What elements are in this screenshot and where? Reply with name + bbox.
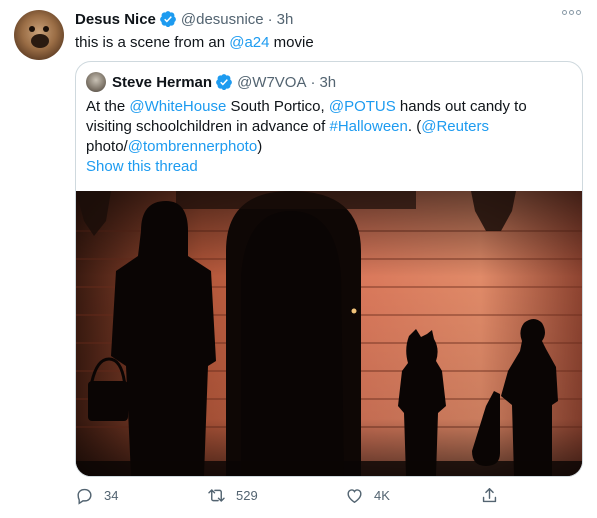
like-button[interactable]: 4K (345, 486, 390, 505)
author-handle[interactable]: @desusnice (181, 11, 264, 28)
more-dot (569, 10, 574, 15)
quoted-text-link[interactable]: #Halloween (329, 118, 407, 135)
quoted-tweet[interactable]: Steve Herman @W7VOA · 3h At the @WhiteHo… (75, 61, 583, 477)
share-button[interactable] (480, 486, 509, 505)
quoted-text-segment: South Portico, (226, 98, 329, 115)
quoted-text-segment: photo/ (86, 138, 128, 155)
separator-dot: · (310, 73, 316, 91)
quoted-tweet-time[interactable]: 3h (319, 74, 336, 91)
quoted-author-avatar[interactable] (86, 72, 106, 92)
reply-button[interactable]: 34 (75, 486, 118, 505)
retweet-icon (208, 489, 225, 502)
verified-icon (216, 74, 232, 91)
more-dot (562, 10, 567, 15)
more-options-icon[interactable] (562, 10, 581, 15)
like-icon (347, 489, 362, 504)
tweet-text: this is a scene from an @a24 movie (75, 33, 314, 53)
quoted-tweet-header: Steve Herman @W7VOA · 3h (86, 72, 336, 92)
tweet-header: Desus Nice @desusnice · 3h (75, 10, 293, 28)
share-icon (482, 488, 497, 503)
tweet-time[interactable]: 3h (277, 11, 294, 28)
like-count: 4K (374, 488, 390, 503)
more-dot (576, 10, 581, 15)
quoted-tweet-text: At the @WhiteHouse South Portico, @POTUS… (86, 97, 566, 157)
quoted-text-link[interactable]: @Reuters (421, 118, 489, 135)
tweet-actions: 34 529 4K (75, 486, 515, 510)
show-thread-link[interactable]: Show this thread (86, 158, 198, 175)
avatar-eye (29, 26, 35, 32)
avatar-muzzle (31, 34, 49, 48)
reply-count: 34 (104, 488, 119, 503)
author-name[interactable]: Desus Nice (75, 11, 156, 28)
avatar-eye (43, 26, 49, 32)
quoted-text-link[interactable]: @WhiteHouse (129, 98, 226, 115)
quoted-author-name[interactable]: Steve Herman (112, 74, 212, 91)
quoted-text-segment: At the (86, 98, 130, 115)
separator-dot: · (267, 10, 273, 28)
photo-scene (76, 191, 582, 476)
quoted-text-link[interactable]: @tombrennerphoto (128, 138, 257, 155)
retweet-count: 529 (236, 488, 258, 503)
author-avatar[interactable] (14, 10, 64, 60)
verified-icon (160, 11, 176, 28)
tweet-text-before: this is a scene from an (75, 34, 230, 51)
quoted-text-segment: . ( (407, 118, 422, 135)
quoted-text-link[interactable]: @POTUS (329, 98, 396, 115)
tweet-text-after: movie (269, 34, 314, 51)
mention-link[interactable]: @a24 (229, 34, 269, 51)
quoted-text-segment: ) (257, 138, 263, 155)
quoted-author-handle[interactable]: @W7VOA (237, 74, 306, 91)
retweet-button[interactable]: 529 (207, 486, 258, 505)
reply-icon (77, 488, 92, 505)
tweet-photo[interactable] (76, 191, 582, 476)
